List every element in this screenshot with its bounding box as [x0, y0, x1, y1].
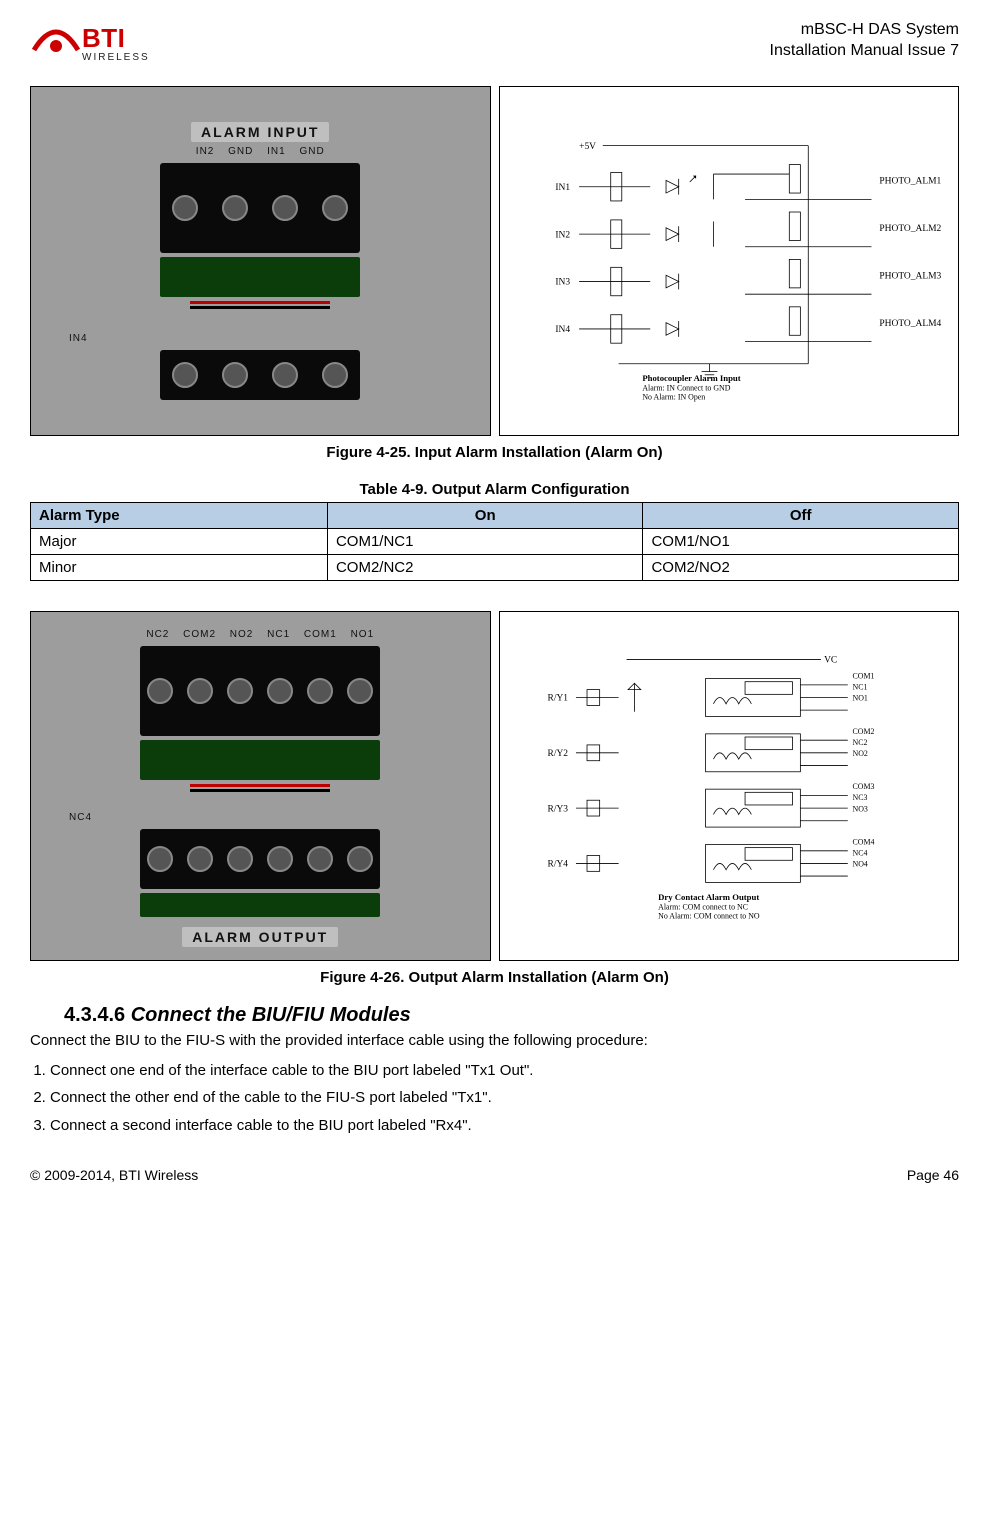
- doc-title-line1: mBSC-H DAS System: [770, 20, 959, 41]
- list-item: Connect one end of the interface cable t…: [50, 1061, 959, 1081]
- svg-text:NC1: NC1: [852, 683, 867, 692]
- figure-4-26-diagram: VC R/Y1 COM1 NC1 NO1 R/Y: [499, 611, 960, 961]
- channel-template-icon: IN1 PHOTO_ALM1 IN2: [555, 165, 941, 344]
- svg-text:NC2: NC2: [852, 738, 867, 747]
- page-header: BTI WIRELESS mBSC-H DAS System Installat…: [30, 20, 959, 66]
- alarm-output-nc4: NC4: [69, 812, 92, 823]
- section-title: Connect the BIU/FIU Modules: [125, 1004, 411, 1026]
- section-intro: Connect the BIU to the FIU-S with the pr…: [30, 1031, 959, 1051]
- wire-red2-icon: [190, 784, 330, 787]
- pcb3-icon: [140, 893, 380, 917]
- figure-4-26-photo: NC2 COM2 NO2 NC1 COM1 NO1 NC4 ALARM OUTP…: [30, 611, 491, 961]
- svg-text:COM3: COM3: [852, 782, 874, 791]
- alarm-input-in4: IN4: [69, 333, 88, 344]
- alarm-input-plate: ALARM INPUT: [191, 122, 329, 142]
- svg-text:NC3: NC3: [852, 793, 867, 802]
- logo-text-sub: WIRELESS: [82, 52, 150, 63]
- table-row: Minor COM2/NC2 COM2/NO2: [31, 555, 959, 581]
- figure-4-25-caption: Figure 4-25. Input Alarm Installation (A…: [30, 444, 959, 461]
- svg-text:VC: VC: [824, 656, 837, 666]
- terminal-block2-icon: [160, 350, 360, 400]
- page-footer: © 2009-2014, BTI Wireless Page 46: [30, 1163, 959, 1183]
- svg-text:IN2: IN2: [555, 230, 570, 240]
- table-4-9-caption: Table 4-9. Output Alarm Configuration: [30, 481, 959, 498]
- pcb-icon: [160, 257, 360, 297]
- pcb2-icon: [140, 740, 380, 780]
- svg-text:IN4: IN4: [555, 325, 570, 335]
- alarm-output-plate: ALARM OUTPUT: [182, 927, 338, 947]
- wire-red-icon: [190, 301, 330, 304]
- alarm-output-pins-top: NC2 COM2 NO2 NC1 COM1 NO1: [146, 629, 374, 640]
- logo: BTI WIRELESS: [30, 20, 150, 66]
- svg-text:COM2: COM2: [852, 727, 874, 736]
- table-row: Major COM1/NC1 COM1/NO1: [31, 529, 959, 555]
- svg-text:COM4: COM4: [852, 837, 874, 846]
- copyright: © 2009-2014, BTI Wireless: [30, 1167, 198, 1183]
- svg-text:Dry Contact Alarm Output: Dry Contact Alarm Output: [658, 892, 759, 902]
- logo-text-main: BTI: [82, 23, 125, 53]
- table-4-9: Alarm Type On Off Major COM1/NC1 COM1/NO…: [30, 502, 959, 581]
- th-off: Off: [643, 503, 959, 529]
- svg-text:No Alarm: COM connect to NO: No Alarm: COM connect to NO: [658, 912, 760, 921]
- figure-4-25-row: ALARM INPUT IN2 GND IN1 GND IN4 +5V: [30, 86, 959, 436]
- svg-text:Alarm: COM connect to NC: Alarm: COM connect to NC: [658, 902, 748, 911]
- list-item: Connect a second interface cable to the …: [50, 1116, 959, 1136]
- svg-text:NO1: NO1: [852, 694, 867, 703]
- alarm-input-pins: IN2 GND IN1 GND: [196, 146, 325, 157]
- figure-4-25-diagram: +5V IN1: [499, 86, 960, 436]
- section-heading: 4.3.4.6 Connect the BIU/FIU Modules: [64, 1004, 959, 1027]
- svg-text:No Alarm: IN Open: No Alarm: IN Open: [642, 392, 705, 401]
- svg-text:NO3: NO3: [852, 804, 867, 813]
- procedure-list: Connect one end of the interface cable t…: [30, 1061, 959, 1136]
- list-item: Connect the other end of the cable to th…: [50, 1088, 959, 1108]
- svg-text:R/Y1: R/Y1: [547, 694, 568, 704]
- svg-text:PHOTO_ALM4: PHOTO_ALM4: [879, 319, 941, 329]
- svg-text:PHOTO_ALM2: PHOTO_ALM2: [879, 224, 941, 234]
- section-number: 4.3.4.6: [64, 1004, 125, 1026]
- svg-text:Alarm: IN Connect to GND: Alarm: IN Connect to GND: [642, 384, 730, 393]
- svg-text:NC4: NC4: [852, 849, 867, 858]
- svg-text:IN1: IN1: [555, 183, 570, 193]
- figure-4-26-caption: Figure 4-26. Output Alarm Installation (…: [30, 969, 959, 986]
- wire-black-icon: [190, 306, 330, 309]
- svg-text:NO4: NO4: [852, 860, 867, 869]
- svg-text:R/Y3: R/Y3: [547, 804, 568, 814]
- svg-text:R/Y4: R/Y4: [547, 860, 568, 870]
- svg-text:PHOTO_ALM1: PHOTO_ALM1: [879, 177, 941, 187]
- terminal-block-icon: [160, 163, 360, 253]
- th-on: On: [327, 503, 643, 529]
- svg-text:NO2: NO2: [852, 749, 867, 758]
- svg-text:IN3: IN3: [555, 278, 570, 288]
- label-5v: +5V: [579, 142, 596, 152]
- figure-4-25-photo: ALARM INPUT IN2 GND IN1 GND IN4: [30, 86, 491, 436]
- figure-4-26-row: NC2 COM2 NO2 NC1 COM1 NO1 NC4 ALARM OUTP…: [30, 611, 959, 961]
- page-number: Page 46: [907, 1167, 959, 1183]
- th-alarm-type: Alarm Type: [31, 503, 328, 529]
- logo-swoosh-icon: [30, 20, 82, 66]
- terminal-block4-icon: [140, 829, 380, 889]
- wire-black2-icon: [190, 789, 330, 792]
- doc-title-line2: Installation Manual Issue 7: [770, 41, 959, 62]
- svg-text:PHOTO_ALM3: PHOTO_ALM3: [879, 271, 941, 281]
- svg-text:COM1: COM1: [852, 672, 874, 681]
- svg-text:R/Y2: R/Y2: [547, 749, 568, 759]
- svg-text:Photocoupler Alarm Input: Photocoupler Alarm Input: [642, 373, 740, 383]
- terminal-block3-icon: [140, 646, 380, 736]
